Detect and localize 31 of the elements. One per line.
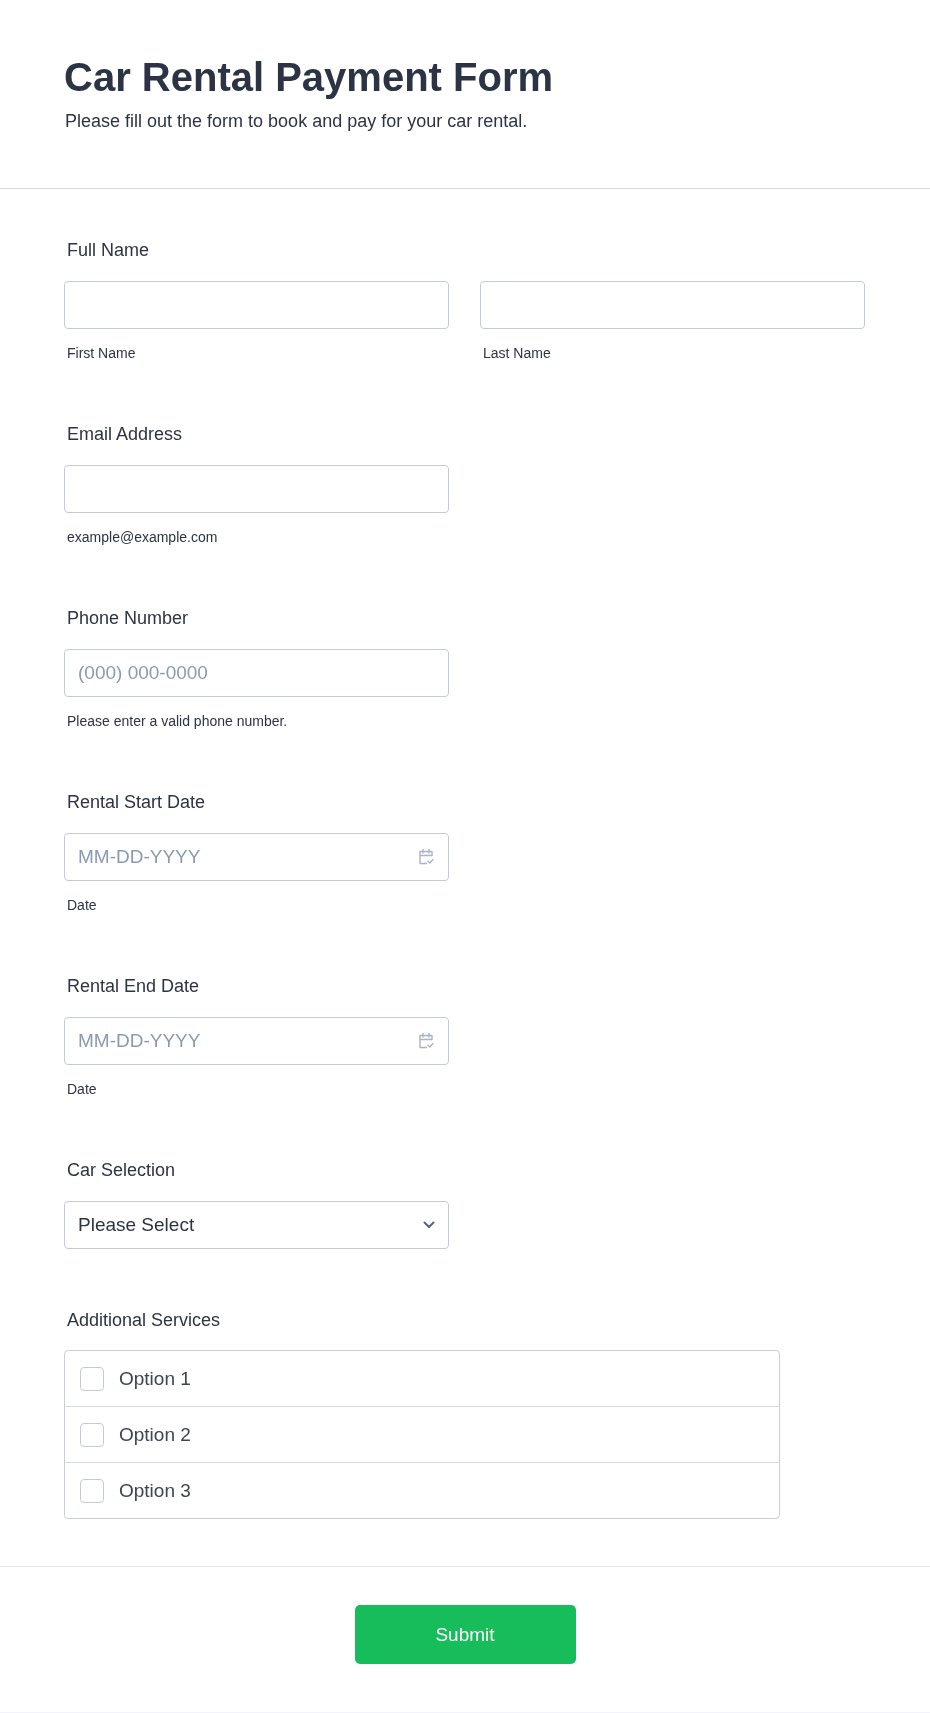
- form-title: Car Rental Payment Form: [64, 54, 554, 101]
- field-label: Email Address: [67, 423, 183, 446]
- field-sublabel: Date: [67, 1080, 97, 1099]
- option-label[interactable]: Option 1: [119, 1366, 191, 1391]
- field-label: Full Name: [67, 239, 150, 262]
- checkbox[interactable]: [80, 1366, 104, 1391]
- calendar-icon[interactable]: [417, 1032, 435, 1050]
- option-label[interactable]: Option 2: [119, 1422, 191, 1447]
- field-label: Rental Start Date: [67, 791, 206, 814]
- text-field[interactable]: (000) 000-0000: [64, 649, 449, 697]
- field-sublabel: example@example.com: [67, 528, 218, 547]
- date-field[interactable]: MM-DD-YYYY: [64, 1017, 449, 1065]
- field-sublabel: Please enter a valid phone number.: [67, 712, 288, 731]
- date-field[interactable]: MM-DD-YYYY: [64, 833, 449, 881]
- chevron-down-icon: [423, 1221, 435, 1229]
- field-label: Additional Services: [67, 1309, 221, 1332]
- field-sublabel: First Name: [67, 344, 136, 363]
- field-label: Phone Number: [67, 607, 189, 630]
- checkbox[interactable]: [80, 1422, 104, 1447]
- option-label[interactable]: Option 3: [119, 1478, 191, 1503]
- text-field[interactable]: [480, 281, 865, 329]
- field-label: Car Selection: [67, 1159, 176, 1182]
- text-field[interactable]: [64, 465, 449, 513]
- field-label: Rental End Date: [67, 975, 200, 998]
- text-field[interactable]: [64, 281, 449, 329]
- checkbox[interactable]: [80, 1478, 104, 1503]
- field-sublabel: Last Name: [483, 344, 551, 363]
- form-subtitle: Please fill out the form to book and pay for your car rental.: [65, 110, 528, 133]
- field-sublabel: Date: [67, 896, 97, 915]
- calendar-icon[interactable]: [417, 848, 435, 866]
- select-field[interactable]: Please Select: [64, 1201, 449, 1249]
